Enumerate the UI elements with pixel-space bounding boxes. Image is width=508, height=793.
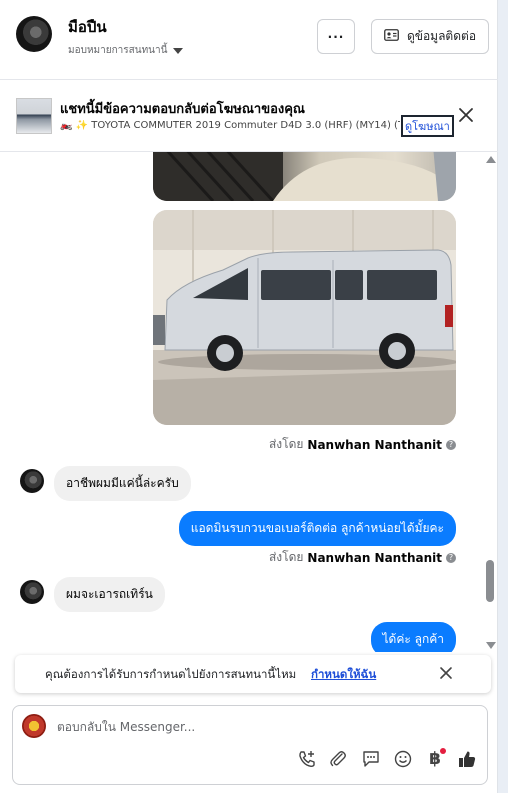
chevron-down-icon <box>173 47 184 54</box>
info-icon[interactable]: ? <box>446 439 456 450</box>
outgoing-message[interactable]: ได้ค่ะ ลูกค้า <box>370 622 456 652</box>
like-button[interactable] <box>456 748 478 770</box>
sender-name: Nanwhan Nanthanit <box>307 550 442 565</box>
thread-scrollbar[interactable] <box>482 152 498 652</box>
chat-bubble-icon <box>363 751 379 767</box>
contact-avatar[interactable] <box>16 16 52 52</box>
assign-notice: คุณต้องการได้รับการกำหนดไปยังการสนทนานี้… <box>15 655 491 693</box>
sent-by-label: ส่งโดย Nanwhan Nanthanit ? <box>269 435 456 454</box>
sent-by-prefix: ส่งโดย <box>268 550 304 564</box>
incoming-message[interactable]: ผมจะเอารถเทิร์น <box>54 577 165 612</box>
scroll-down-icon[interactable] <box>486 642 496 649</box>
contact-avatar-small[interactable] <box>20 469 44 493</box>
ad-banner-title: แชทนี้มีข้อความตอบกลับต่อโฆษณาของคุณ <box>60 102 305 117</box>
page-avatar <box>22 714 46 738</box>
close-ad-banner-button[interactable] <box>456 105 476 125</box>
emoji-button[interactable] <box>392 748 414 770</box>
reply-input[interactable] <box>57 714 457 740</box>
assign-to-me-link[interactable]: กำหนดให้ฉัน <box>311 666 376 684</box>
notification-dot <box>440 748 446 754</box>
sent-by-prefix: ส่งโดย <box>268 437 304 451</box>
contact-name[interactable]: มือปืน <box>68 15 107 39</box>
incoming-message[interactable]: อาชีพผมมีแค่นี้ล่ะครับ <box>54 466 191 501</box>
scroll-up-icon[interactable] <box>486 156 496 163</box>
message-thread[interactable]: ส่งโดย Nanwhan Nanthanit ? อาชีพผมมีแค่น… <box>0 152 480 652</box>
ad-thumbnail[interactable] <box>16 98 52 134</box>
attach-button[interactable] <box>327 748 349 770</box>
contact-avatar-small[interactable] <box>20 580 44 604</box>
message-composer: ฿ <box>12 705 488 785</box>
thumbs-up-icon <box>459 751 476 767</box>
view-contact-info-button[interactable]: ดูข้อมูลติดต่อ <box>371 19 489 54</box>
close-icon <box>440 667 452 679</box>
conversation-header: มือปืน มอบหมายการสนทนานี้ ··· ดูข้อมูลติ… <box>0 0 498 80</box>
assign-notice-text: คุณต้องการได้รับการกำหนดไปยังการสนทนานี้… <box>45 667 297 681</box>
view-ad-link[interactable]: ดูโฆษณา <box>401 115 454 137</box>
info-icon[interactable]: ? <box>446 552 456 563</box>
paperclip-icon <box>330 751 346 767</box>
sender-name: Nanwhan Nanthanit <box>307 437 442 452</box>
messenger-conversation-panel: มือปืน มอบหมายการสนทนานี้ ··· ดูข้อมูลติ… <box>0 0 498 793</box>
baht-icon: ฿ <box>429 749 441 769</box>
scrollbar-thumb[interactable] <box>486 560 494 602</box>
view-contact-info-label: ดูข้อมูลติดต่อ <box>406 29 477 43</box>
assign-label: มอบหมายการสนทนานี้ <box>68 45 168 56</box>
sent-by-label: ส่งโดย Nanwhan Nanthanit ? <box>269 548 456 567</box>
message-photo-van[interactable] <box>153 210 456 425</box>
close-icon <box>459 108 473 122</box>
phone-add-icon <box>299 751 315 768</box>
message-photo-interior[interactable] <box>153 152 456 201</box>
saved-replies-button[interactable] <box>360 748 382 770</box>
close-notice-button[interactable] <box>438 665 454 681</box>
ad-reply-banner: แชทนี้มีข้อความตอบกลับต่อโฆษณาของคุณ 🏍️ … <box>0 81 498 152</box>
outgoing-message[interactable]: แอดมินรบกวนขอเบอร์ติดต่อ ลูกค้าหน่อยได้ม… <box>178 511 456 546</box>
more-options-button[interactable]: ··· <box>317 19 355 54</box>
ad-description: 🏍️ ✨ TOYOTA COMMUTER 2019 Commuter D4D 3… <box>60 120 400 131</box>
assign-conversation-dropdown[interactable]: มอบหมายการสนทนานี้ <box>68 43 184 58</box>
payment-button[interactable]: ฿ <box>424 748 446 770</box>
emoji-icon <box>394 750 412 768</box>
contact-card-icon <box>384 29 399 44</box>
call-button[interactable] <box>296 748 318 770</box>
page-gutter <box>498 0 508 793</box>
